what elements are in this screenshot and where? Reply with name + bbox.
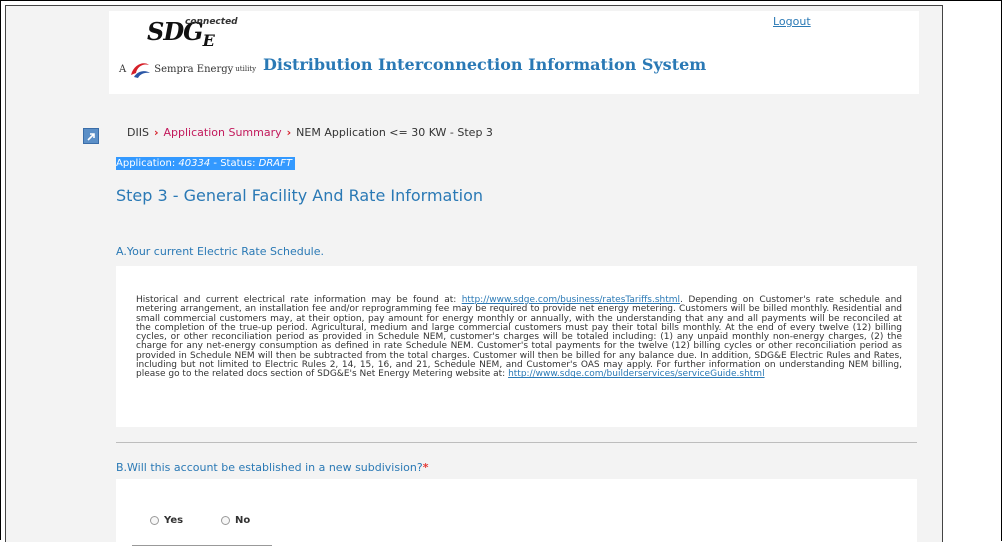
breadcrumb-item-application-summary[interactable]: Application Summary: [164, 126, 282, 139]
status-value: DRAFT: [258, 158, 292, 169]
radio-circle-icon[interactable]: [221, 516, 230, 525]
page-title: Step 3 - General Facility And Rate Infor…: [116, 186, 483, 205]
radio-no[interactable]: No: [221, 515, 250, 526]
section-divider: [116, 442, 917, 443]
service-guide-link[interactable]: http://www.sdge.com/builderservices/serv…: [508, 369, 765, 379]
rate-info-text: Historical and current electrical rate i…: [136, 295, 902, 380]
application-id: 40334: [178, 158, 211, 169]
logo-connected-tag: connected: [185, 17, 238, 27]
radio-circle-icon[interactable]: [150, 516, 159, 525]
required-marker: *: [422, 461, 429, 474]
logout-link[interactable]: Logout: [773, 15, 811, 28]
breadcrumb-separator-icon: ›: [153, 126, 159, 139]
sempra-logo: A Sempra Energy utility: [119, 59, 256, 79]
rate-info-panel: Historical and current electrical rate i…: [116, 266, 917, 427]
sempra-flame-icon: [131, 63, 151, 78]
application-status: Application: 40334 - Status: DRAFT: [116, 157, 295, 170]
expand-icon[interactable]: [83, 128, 99, 144]
system-title: Distribution Interconnection Information…: [263, 55, 707, 74]
radio-yes[interactable]: Yes: [150, 515, 183, 526]
breadcrumb-separator-icon: ›: [286, 126, 292, 139]
breadcrumb-item-current: NEM Application <= 30 KW - Step 3: [296, 126, 493, 139]
section-b-question: B.Will this account be established in a …: [116, 461, 429, 474]
breadcrumb-item-diis[interactable]: DIIS: [127, 126, 149, 139]
site-header: SDGE connected A Sempra Energy utility D…: [109, 11, 919, 94]
breadcrumb: DIIS › Application Summary › NEM Application…: [127, 126, 493, 139]
page-container: SDGE connected A Sempra Energy utility D…: [5, 5, 943, 547]
radio-underline: [132, 545, 272, 546]
section-a-heading: A.Your current Electric Rate Schedule.: [116, 245, 325, 258]
subdivision-radio-group: Yes No: [116, 479, 917, 547]
